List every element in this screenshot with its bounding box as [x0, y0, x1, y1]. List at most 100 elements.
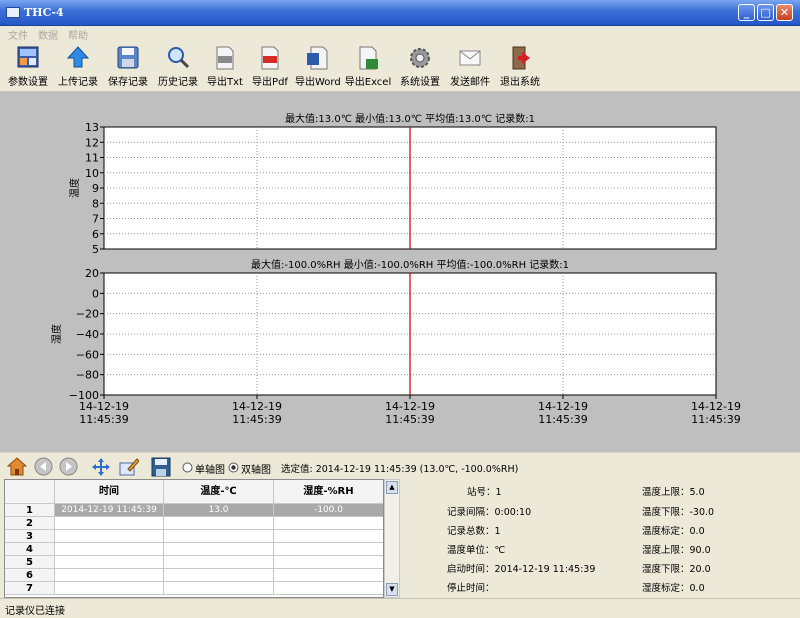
row-number[interactable]: 3 [5, 530, 55, 543]
system-settings-button[interactable]: 系统设置 [398, 45, 442, 89]
x-tick-label-time: 11:45:39 [538, 413, 587, 426]
y-tick-label: 8 [92, 197, 99, 210]
row-number[interactable]: 4 [5, 543, 55, 556]
chart-stats-title: 最大值:-100.0%RH 最小值:-100.0%RH 平均值:-100.0%R… [251, 258, 569, 271]
row-number[interactable]: 7 [5, 582, 55, 595]
cell-temperature[interactable] [164, 582, 274, 595]
cell-time[interactable] [55, 582, 164, 595]
menu-help[interactable]: 帮助 [68, 27, 88, 42]
save-figure-icon[interactable] [151, 457, 171, 477]
row-number[interactable]: 2 [5, 517, 55, 530]
table-scrollbar[interactable]: ▲ ▼ [384, 479, 400, 598]
window-title: THC-4 [24, 6, 64, 19]
y-tick-label: 5 [92, 243, 99, 256]
export-word-button[interactable]: 导出Word [295, 45, 341, 89]
single-axis-radio[interactable] [182, 462, 193, 473]
row-number[interactable]: 1 [5, 504, 55, 517]
cell-humidity[interactable] [274, 582, 383, 595]
info-total: 记录总数：1 [447, 526, 501, 537]
cell-humidity[interactable] [274, 517, 383, 530]
column-header-hum[interactable]: 湿度-%RH [274, 480, 383, 504]
y-axis-label: 温度 [68, 178, 81, 198]
cell-temperature[interactable] [164, 517, 274, 530]
cell-time[interactable] [55, 530, 164, 543]
scroll-down-icon[interactable]: ▼ [386, 583, 398, 596]
y-tick-label: 6 [92, 228, 99, 241]
envelope-icon [459, 50, 481, 66]
edit-axes-icon[interactable] [119, 457, 139, 476]
save-disk-icon [117, 46, 139, 69]
cell-humidity[interactable] [274, 569, 383, 582]
save-records-button[interactable]: 保存记录 [106, 45, 150, 89]
menu-data[interactable]: 数据 [38, 27, 58, 42]
scroll-up-icon[interactable]: ▲ [386, 481, 398, 494]
y-tick-label: 12 [85, 136, 99, 149]
y-tick-label: 20 [85, 267, 99, 280]
cell-time[interactable] [55, 543, 164, 556]
column-header-temp[interactable]: 温度-℃ [164, 480, 274, 504]
x-tick-label-date: 14-12-19 [691, 400, 741, 413]
home-icon[interactable] [7, 457, 27, 476]
upload-arrow-icon [66, 46, 90, 68]
info-start-time: 启动时间：2014-12-19 11:45:39 [447, 564, 596, 575]
history-records-button[interactable]: 历史记录 [156, 45, 200, 89]
send-email-button[interactable]: 发送邮件 [448, 45, 492, 89]
chart-humidity: −100−80−60−40−20020最大值:-100.0%RH 最小值:-10… [50, 258, 741, 426]
export-pdf-button[interactable]: 导出Pdf [250, 45, 290, 89]
info-station: 站号：1 [467, 487, 502, 498]
export-excel-button[interactable]: 导出Excel [344, 45, 392, 89]
exit-system-button[interactable]: 退出系统 [498, 45, 542, 89]
magnifier-icon [168, 47, 190, 69]
device-info-panel: 站号：1 记录间隔：0:00:10 记录总数：1 温度单位：℃ 启动时间：201… [400, 479, 796, 598]
cell-humidity[interactable] [274, 530, 383, 543]
cell-temperature[interactable] [164, 530, 274, 543]
menu-file[interactable]: 文件 [8, 27, 28, 42]
export-txt-button[interactable]: 导出Txt [205, 45, 245, 89]
info-unit: 温度单位：℃ [447, 545, 506, 556]
records-table: 时间 温度-℃ 湿度-%RH 1 2014-12-19 11:45:39 13.0 -100… [4, 479, 384, 598]
chart-stats-title: 最大值:13.0℃ 最小值:13.0℃ 平均值:13.0℃ 记录数:1 [285, 112, 535, 125]
cell-humidity[interactable] [274, 543, 383, 556]
cell-time[interactable] [55, 556, 164, 569]
table-corner-header[interactable] [5, 480, 55, 504]
gear-icon [410, 48, 430, 68]
dual-axis-radio[interactable] [228, 462, 239, 473]
dual-axis-label: 双轴图 [241, 465, 271, 476]
param-settings-button[interactable]: 参数设置 [6, 45, 50, 89]
column-header-time[interactable]: 时间 [55, 480, 164, 504]
cell-temperature[interactable] [164, 543, 274, 556]
plot-area: 5 6 7 8 9 10 11 12 13 最大值:13.0℃ 最小值:13.0℃ 平均值:13.… [0, 92, 800, 452]
chart-temperature: 5 6 7 8 9 10 11 12 13 最大值:13.0℃ 最小值:13.0℃ 平均值:13.… [68, 112, 717, 256]
cell-humidity[interactable] [274, 556, 383, 569]
cell-time[interactable]: 2014-12-19 11:45:39 [55, 504, 164, 517]
row-number[interactable]: 5 [5, 556, 55, 569]
minimize-button[interactable]: _ [738, 4, 755, 21]
cell-temperature[interactable] [164, 569, 274, 582]
x-tick-label-date: 14-12-19 [538, 400, 588, 413]
forward-arrow-icon[interactable] [59, 457, 78, 476]
cell-time[interactable] [55, 569, 164, 582]
exit-door-icon [512, 46, 530, 70]
y-tick-label: −40 [76, 328, 99, 341]
menu-bar: 文件 数据 帮助 [0, 26, 800, 42]
cell-temperature[interactable] [164, 556, 274, 569]
cell-temperature[interactable]: 13.0 [164, 504, 274, 517]
upload-records-button[interactable]: 上传记录 [56, 45, 100, 89]
maximize-button[interactable]: □ [757, 4, 774, 21]
close-button[interactable]: ✕ [776, 4, 793, 21]
x-tick-label-time: 11:45:39 [691, 413, 740, 426]
pan-arrows-icon[interactable] [91, 457, 111, 477]
y-tick-label: 7 [92, 213, 99, 226]
y-tick-label: 11 [85, 152, 99, 165]
toolbar: 参数设置 上传记录 保存记录 历史记录 导出Txt 导出Pdf 导出Word 导… [0, 41, 800, 92]
excel-file-icon [359, 46, 378, 70]
row-number[interactable]: 6 [5, 569, 55, 582]
info-temp-upper: 温度上限：5.0 [642, 487, 705, 498]
info-interval: 记录间隔：0:00:10 [447, 507, 532, 518]
y-tick-label: −80 [76, 369, 99, 382]
cell-humidity[interactable]: -100.0 [274, 504, 383, 517]
back-arrow-icon[interactable] [34, 457, 53, 476]
settings-panel-icon [17, 46, 39, 68]
cell-time[interactable] [55, 517, 164, 530]
charts-canvas[interactable]: 5 6 7 8 9 10 11 12 13 最大值:13.0℃ 最小值:13.0℃ 平均值:13.… [0, 92, 800, 452]
